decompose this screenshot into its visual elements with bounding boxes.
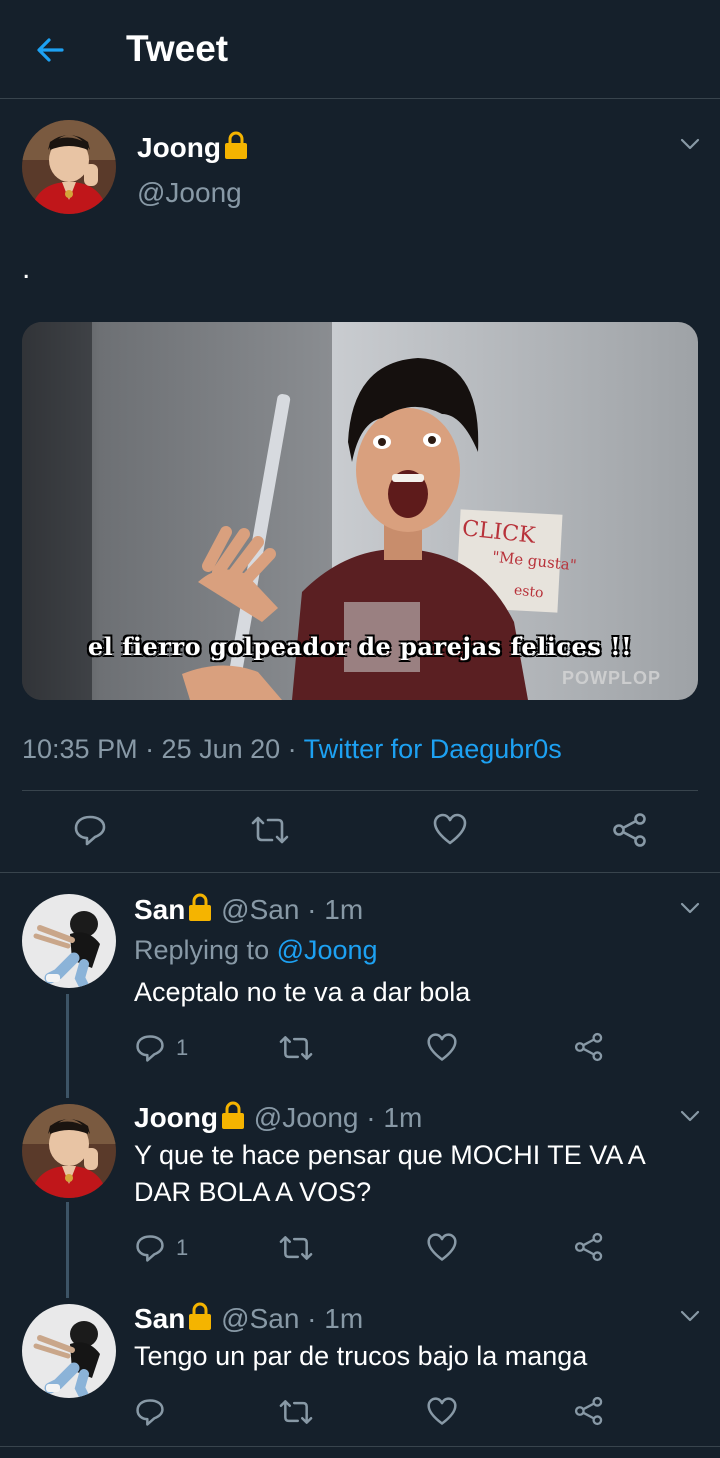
avatar-san[interactable]: [22, 894, 116, 988]
reply-header: San @San · 1m: [134, 892, 363, 929]
chevron-down-icon[interactable]: [678, 896, 702, 920]
reply-count: 1: [176, 1035, 189, 1060]
heart-icon: [427, 1033, 457, 1061]
reply-button[interactable]: [72, 812, 108, 848]
header-divider: [0, 98, 720, 99]
tweet-timestamp: 10:35 PM · 25 Jun 20 · Twitter for Daegu…: [22, 734, 562, 764]
tweet-media-image[interactable]: CLICK "Me gusta" esto el fierro golpeado…: [22, 322, 698, 700]
bottom-divider: [0, 1446, 720, 1447]
retweet-icon: [279, 1036, 313, 1060]
lock-icon: [220, 1100, 246, 1137]
like-button[interactable]: [426, 1396, 458, 1428]
top-bar: Tweet: [0, 0, 720, 98]
like-button[interactable]: [426, 1032, 458, 1064]
reply-handle-time[interactable]: @San · 1m: [221, 894, 363, 925]
thread-line: [66, 1202, 69, 1298]
share-button[interactable]: [574, 1232, 604, 1262]
heart-icon: [433, 813, 467, 845]
retweet-icon: [251, 816, 289, 844]
media-watermark: POWPLOP: [562, 668, 662, 688]
page-title: Tweet: [126, 28, 229, 69]
share-button[interactable]: [574, 1396, 604, 1426]
retweet-icon: [279, 1400, 313, 1424]
avatar-san[interactable]: [22, 1304, 116, 1398]
meta-divider: [22, 790, 698, 791]
tweet-text: .: [22, 252, 31, 285]
replying-to: Replying to @Joong: [134, 935, 378, 965]
reply-handle-time[interactable]: @Joong · 1m: [254, 1102, 423, 1133]
reply-text: Y que te hace pensar que MOCHI TE VA A: [134, 1140, 646, 1170]
thread-line: [66, 994, 69, 1098]
reply-text: Aceptalo no te va a dar bola: [134, 977, 471, 1007]
media-caption: el fierro golpeador de parejas felices !…: [87, 632, 633, 661]
avatar-joong[interactable]: [22, 120, 116, 214]
share-icon: [574, 1232, 603, 1262]
reply-button[interactable]: 1: [134, 1032, 188, 1064]
retweet-icon: [279, 1236, 313, 1260]
reply-icon: [74, 815, 106, 846]
share-icon: [574, 1396, 603, 1426]
heart-icon: [427, 1397, 457, 1425]
share-button[interactable]: [574, 1032, 604, 1062]
reply-button[interactable]: 1: [134, 1232, 188, 1264]
reply-handle-time[interactable]: @San · 1m: [221, 1303, 363, 1334]
sign-text-3: esto: [513, 582, 545, 602]
replying-to-link[interactable]: @Joong: [277, 935, 378, 965]
heart-icon: [427, 1233, 457, 1261]
retweet-button[interactable]: [250, 812, 290, 848]
retweet-button[interactable]: [278, 1232, 314, 1264]
share-icon: [613, 813, 646, 847]
retweet-button[interactable]: [278, 1396, 314, 1428]
share-icon: [574, 1032, 603, 1062]
actions-divider: [0, 872, 720, 873]
reply-header: Joong @Joong · 1m: [134, 1100, 422, 1137]
tweet-source-link[interactable]: Twitter for Daegubr0s: [304, 734, 562, 764]
reply-button[interactable]: [134, 1396, 176, 1428]
reply-icon: [136, 1035, 164, 1062]
reply-text: DAR BOLA A VOS?: [134, 1177, 372, 1207]
like-button[interactable]: [426, 1232, 458, 1264]
lock-icon: [187, 892, 213, 929]
avatar-joong[interactable]: [22, 1104, 116, 1198]
reply-author-name[interactable]: San: [134, 1303, 185, 1334]
reply-text: Tengo un par de trucos bajo la manga: [134, 1341, 588, 1371]
author-name[interactable]: Joong: [137, 130, 249, 167]
reply-icon: [136, 1399, 164, 1426]
chevron-down-icon[interactable]: [678, 132, 702, 156]
reply-author-name[interactable]: San: [134, 894, 185, 925]
reply-author-name[interactable]: Joong: [134, 1102, 218, 1133]
lock-icon: [223, 130, 249, 167]
retweet-button[interactable]: [278, 1032, 314, 1064]
reply-icon: [136, 1235, 164, 1262]
share-button[interactable]: [612, 812, 648, 848]
back-arrow-icon[interactable]: [30, 30, 70, 70]
chevron-down-icon[interactable]: [678, 1104, 702, 1128]
chevron-down-icon[interactable]: [678, 1304, 702, 1328]
like-button[interactable]: [432, 812, 468, 848]
lock-icon: [187, 1301, 213, 1338]
author-handle[interactable]: @Joong: [137, 177, 242, 209]
reply-header: San @San · 1m: [134, 1301, 363, 1338]
reply-count: 1: [176, 1235, 189, 1260]
